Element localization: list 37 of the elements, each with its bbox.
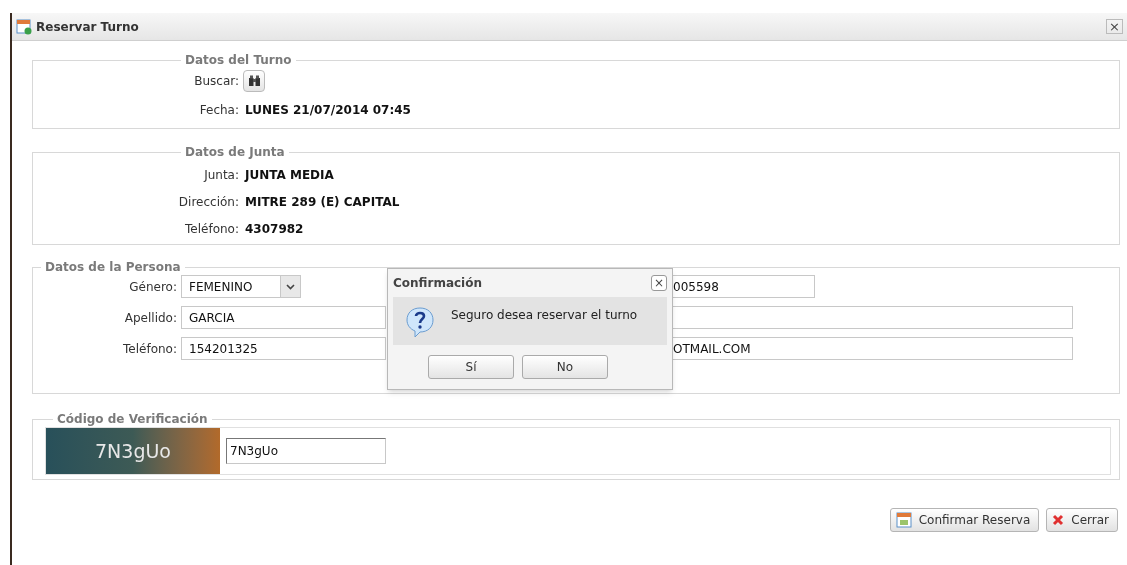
text-field[interactable]: 154201325	[181, 337, 386, 360]
close-icon	[1052, 514, 1065, 526]
question-icon	[405, 306, 435, 338]
field-label: Teléfono:	[122, 340, 178, 358]
field-label: Apellido:	[123, 309, 178, 327]
captcha-image: 7N3gUo	[46, 428, 220, 474]
date-value: LUNES 21/07/2014 07:45	[245, 102, 411, 119]
binoculars-icon	[247, 75, 261, 87]
field-label: Buscar:	[193, 73, 239, 90]
close-button[interactable]: ×	[1106, 19, 1123, 34]
field-label: Género:	[128, 278, 178, 296]
section-legend: Datos de la Persona	[41, 258, 185, 276]
field-value: MITRE 289 (E) CAPITAL	[245, 194, 400, 211]
search-button[interactable]	[243, 70, 265, 92]
field-value: JUNTA MEDIA	[245, 167, 334, 184]
dialog-message: Seguro desea reservar el turno	[451, 307, 638, 324]
field-label: Teléfono:	[184, 221, 239, 238]
calendar-icon	[895, 512, 912, 528]
field-label: Dirección:	[177, 194, 239, 211]
calendar-icon	[16, 18, 32, 35]
window-title: Reservar Turno	[36, 18, 139, 36]
section-legend: Datos de Junta	[181, 143, 289, 161]
text-field[interactable]: GARCIA	[181, 306, 386, 329]
dialog-title: Confirmación	[393, 275, 483, 292]
dialog-button[interactable]: Sí	[428, 355, 514, 379]
close-button[interactable]: Cerrar	[1046, 508, 1118, 532]
gender-select[interactable]: FEMENINO	[181, 275, 301, 298]
section-legend: Datos del Turno	[181, 51, 296, 69]
field-label: Junta:	[202, 167, 239, 184]
dialog-close-button[interactable]: ×	[651, 275, 667, 291]
verification-input[interactable]: 7N3gUo	[226, 438, 386, 464]
field-label: Fecha:	[198, 102, 239, 119]
field-value: 4307982	[245, 221, 304, 238]
chevron-down-icon	[286, 283, 295, 290]
dialog-button[interactable]: No	[522, 355, 608, 379]
section-legend: Código de Verificación	[53, 410, 212, 428]
confirm-button[interactable]: Confirmar Reserva	[889, 508, 1040, 532]
